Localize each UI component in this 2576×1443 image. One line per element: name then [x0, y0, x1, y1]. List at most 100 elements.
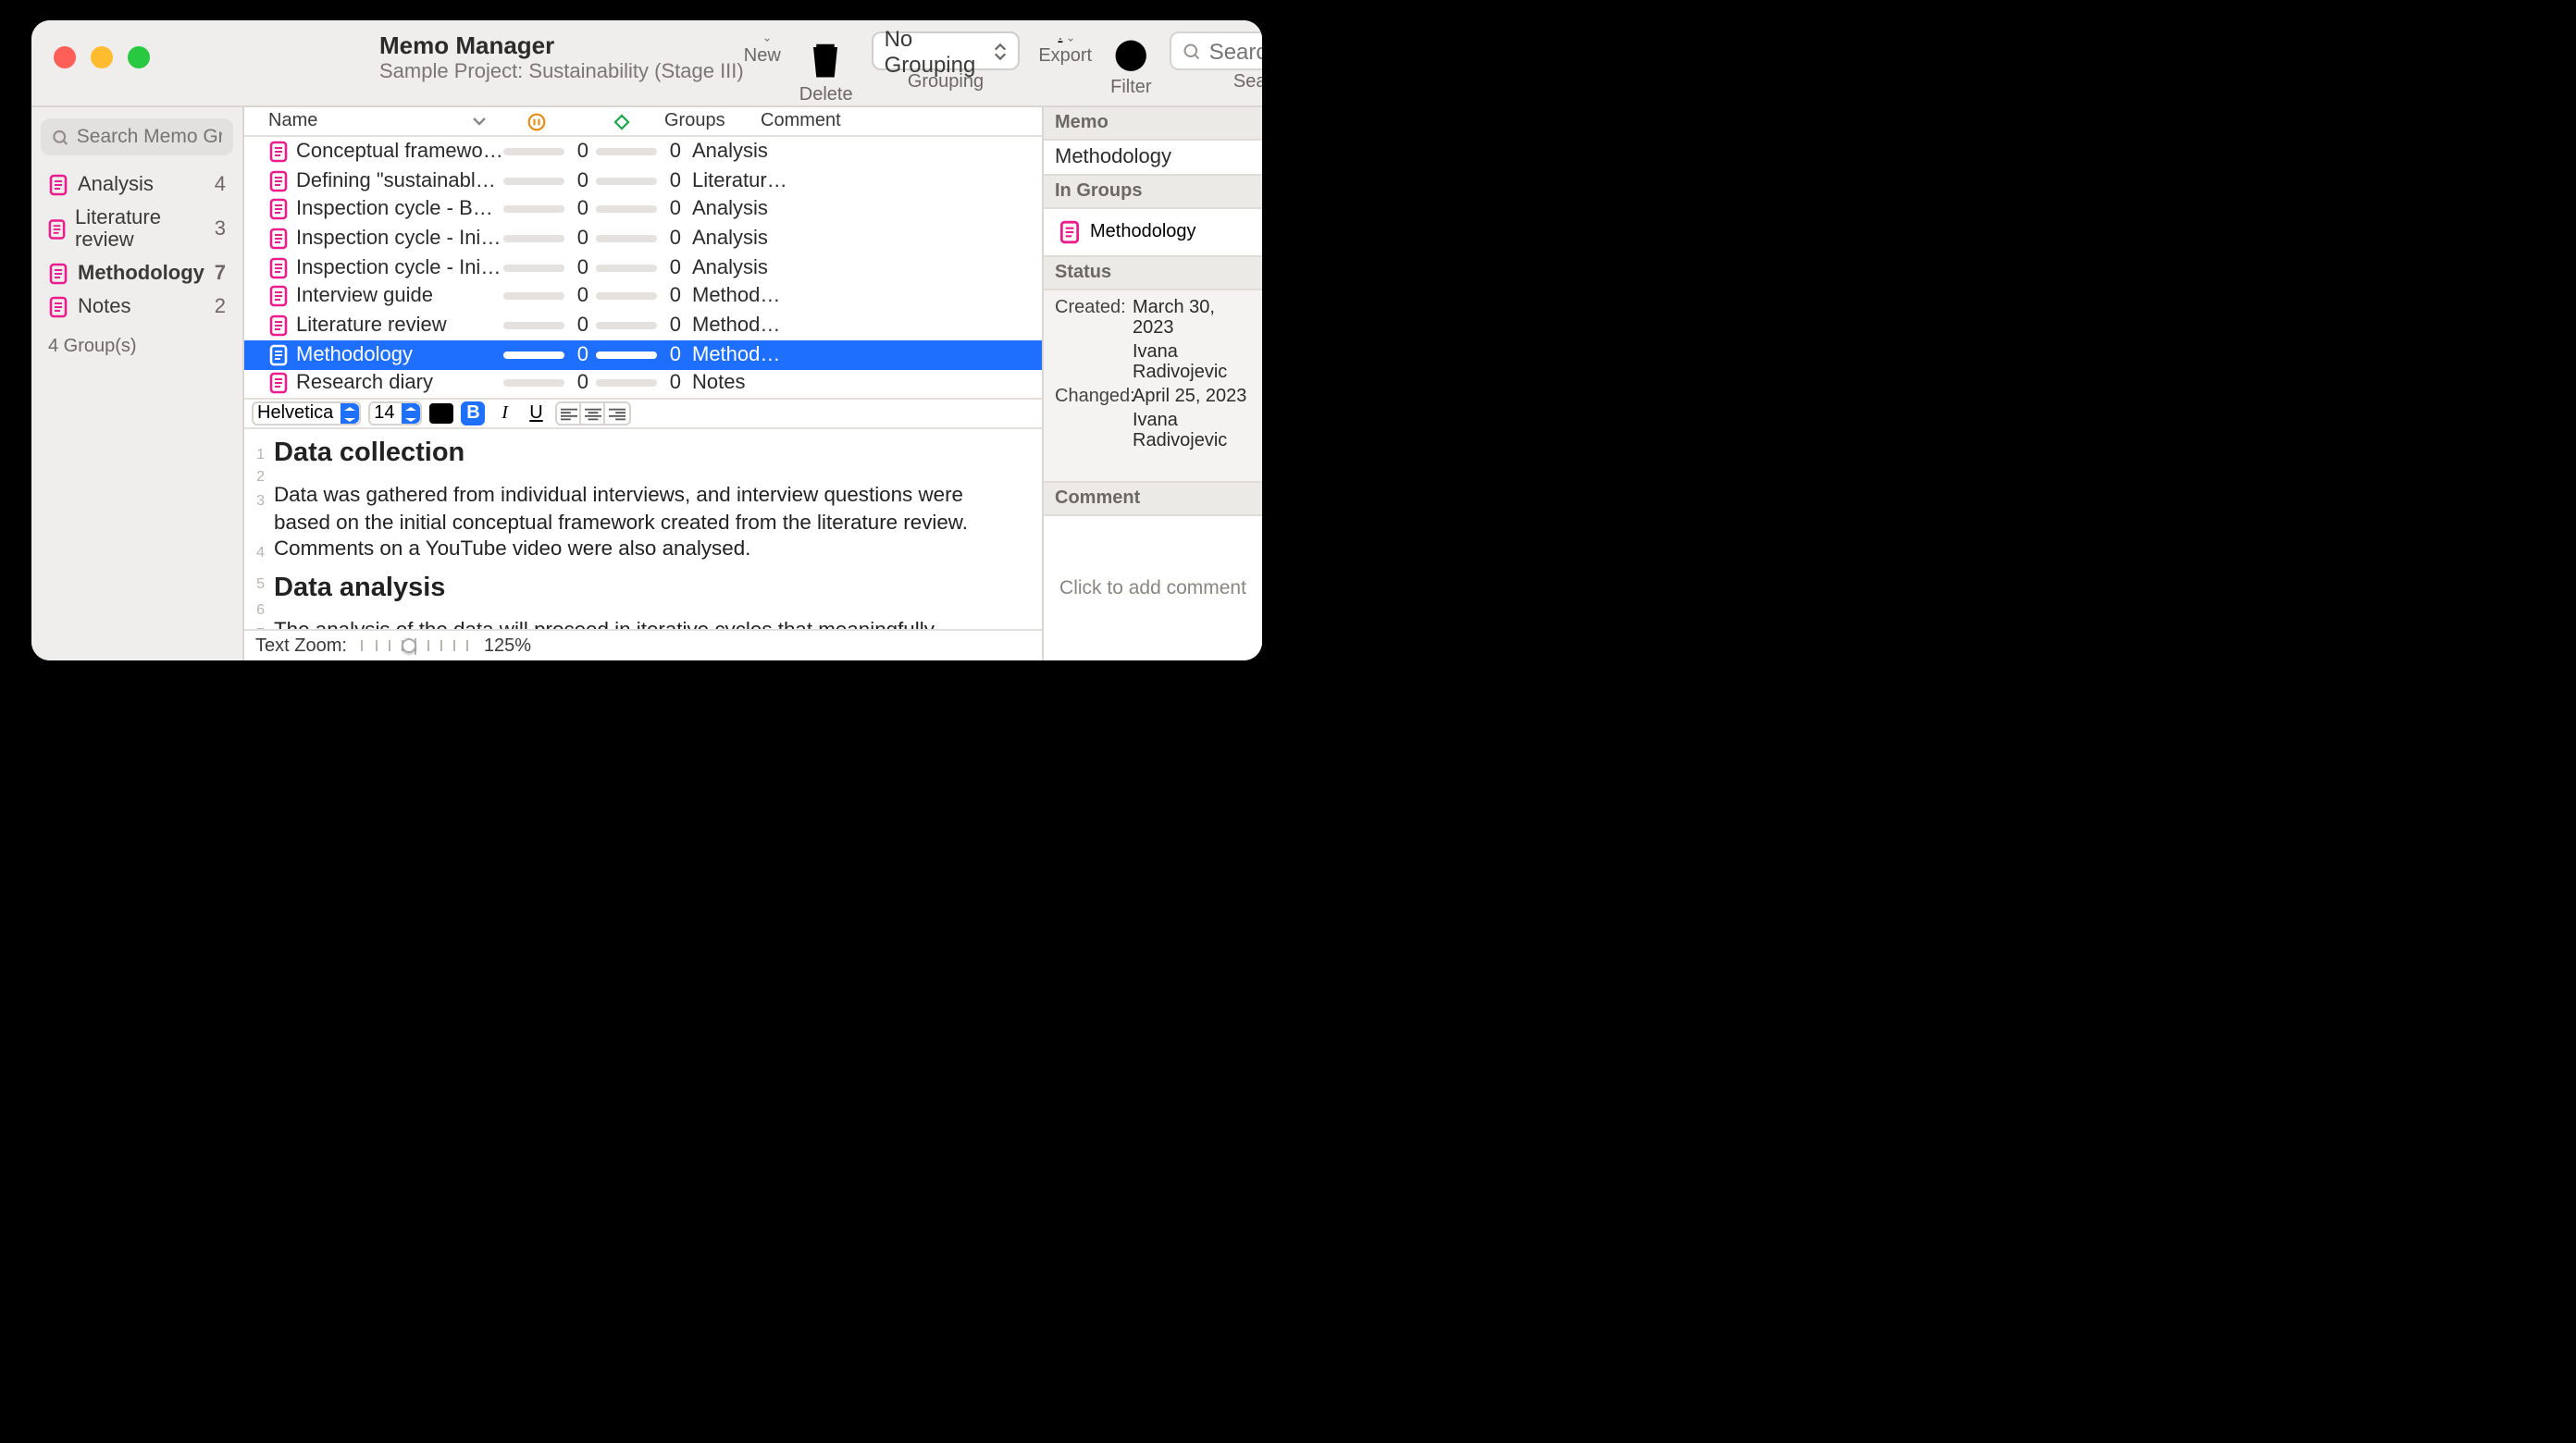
text-color-swatch[interactable] [430, 403, 454, 424]
minimize-button[interactable] [91, 46, 113, 68]
progress-bar [596, 177, 657, 184]
memo-icon [268, 343, 289, 365]
sidebar-item-notes[interactable]: Notes 2 [41, 292, 233, 322]
search-input[interactable] [1209, 38, 1262, 64]
column-comment[interactable]: Comment [761, 111, 1042, 131]
progress-bar [596, 351, 657, 358]
table-row[interactable]: Inspection cycle - Basic quantitati…00An… [244, 195, 1042, 224]
sidebar-search[interactable] [41, 118, 233, 155]
row-value-1: 0 [570, 198, 588, 220]
sidebar-item-literature[interactable]: Literature review 3 [41, 204, 233, 255]
row-value-1: 0 [570, 169, 588, 191]
memo-icon [268, 286, 289, 308]
created-date: March 30, 2023 [1133, 298, 1251, 339]
row-group: Analysis [692, 228, 788, 250]
row-value-2: 0 [663, 373, 681, 395]
inspector-groups-head: In Groups [1044, 174, 1262, 209]
column-name[interactable]: Name [268, 111, 494, 131]
bold-button[interactable]: B [462, 401, 486, 426]
table-row[interactable]: Interview guide00Methodology [244, 282, 1042, 311]
align-left-button[interactable] [558, 403, 582, 424]
zoom-label: Text Zoom: [255, 635, 347, 656]
align-center-button[interactable] [582, 403, 606, 424]
memo-icon [48, 174, 68, 196]
column-groups[interactable]: Groups [664, 111, 761, 131]
table-row[interactable]: Inspection cycle - Initial phases o…00An… [244, 253, 1042, 282]
editor[interactable]: 1234 5678 Data collection Data was gathe… [244, 429, 1042, 629]
zoom-bar: Text Zoom: 125% [244, 629, 1042, 660]
row-value-1: 0 [570, 373, 588, 395]
progress-bar [503, 293, 564, 301]
filter-icon [1110, 35, 1151, 76]
dropdown-icon [402, 403, 421, 424]
row-group: Analysis [692, 198, 788, 220]
body: Analysis 4 Literature review 3 Methodolo… [31, 107, 1262, 660]
row-name: Literature review [296, 314, 503, 337]
table-row[interactable]: Literature review00Methodology [244, 311, 1042, 339]
underline-button[interactable]: U [525, 401, 549, 426]
sidebar: Analysis 4 Literature review 3 Methodolo… [31, 107, 244, 660]
table-rows: Conceptual framework developm…00Analysis… [244, 137, 1042, 398]
table-row[interactable]: Methodology00Methodology [244, 340, 1042, 369]
search-field[interactable]: Search [1170, 28, 1262, 105]
row-value-2: 0 [663, 343, 681, 365]
align-group [556, 401, 632, 426]
editor-toolbar: Helvetica 14 B I U [244, 398, 1042, 429]
memo-icon [268, 256, 289, 278]
paragraph: Data was gathered from individual interv… [274, 483, 1023, 562]
table-row[interactable]: Conceptual framework developm…00Analysis [244, 137, 1042, 166]
memo-icon [268, 169, 289, 191]
filter-button[interactable]: Filter [1110, 28, 1151, 105]
inspector-status-head: Status [1044, 255, 1262, 290]
row-value-2: 0 [663, 228, 681, 250]
progress-bar [503, 235, 564, 242]
column-pause[interactable] [494, 112, 579, 130]
search-icon [1183, 40, 1202, 62]
column-diamond[interactable] [579, 112, 664, 130]
plus-icon [754, 36, 762, 43]
sidebar-item-methodology[interactable]: Methodology 7 [41, 259, 233, 289]
progress-bar [503, 205, 564, 213]
fullscreen-button[interactable] [128, 46, 150, 68]
progress-bar [503, 264, 564, 271]
window-title: Memo Manager [379, 31, 744, 59]
row-value-2: 0 [663, 141, 681, 163]
font-select[interactable]: Helvetica [252, 401, 361, 426]
inspector-group-chip[interactable]: Methodology [1044, 209, 1262, 255]
zoom-slider[interactable] [362, 636, 469, 655]
table-row[interactable]: Inspection cycle - Initial phases o…00An… [244, 224, 1042, 253]
progress-bar [596, 205, 657, 213]
inspector-spacer [1044, 459, 1262, 481]
row-value-2: 0 [663, 198, 681, 220]
align-right-button[interactable] [606, 403, 630, 424]
inspector-comment-field[interactable]: Click to add comment [1044, 516, 1262, 660]
sidebar-item-analysis[interactable]: Analysis 4 [41, 170, 233, 200]
row-group: Literature revi… [692, 169, 788, 191]
line-gutter: 1234 5678 [244, 429, 270, 629]
memo-icon [48, 296, 68, 318]
new-button[interactable]: New [744, 28, 781, 105]
table-row[interactable]: Research diary00Notes [244, 369, 1042, 398]
close-button[interactable] [54, 46, 76, 68]
delete-button[interactable]: Delete [799, 28, 853, 105]
row-group: Methodology [692, 343, 788, 365]
progress-bar [503, 322, 564, 329]
created-by: Ivana Radivojevic [1133, 342, 1251, 383]
sidebar-search-input[interactable] [77, 126, 222, 148]
grouping-select[interactable]: No Grouping Grouping [872, 28, 1021, 105]
memo-icon [268, 198, 289, 220]
inspector-memo-name[interactable]: Methodology [1044, 141, 1262, 174]
table-row[interactable]: Defining "sustainable lifestyle"00Litera… [244, 166, 1042, 194]
size-select[interactable]: 14 [368, 401, 422, 426]
editor-content[interactable]: Data collection Data was gathered from i… [270, 429, 1042, 629]
inspector-comment-head: Comment [1044, 481, 1262, 516]
italic-button[interactable]: I [493, 401, 517, 426]
align-center-icon [585, 406, 601, 421]
export-button[interactable]: Export [1038, 28, 1092, 105]
row-name: Defining "sustainable lifestyle" [296, 169, 503, 191]
progress-bar [596, 293, 657, 301]
row-group: Notes [692, 373, 788, 395]
align-left-icon [561, 406, 577, 421]
row-group: Methodology [692, 286, 788, 308]
row-value-1: 0 [570, 314, 588, 337]
